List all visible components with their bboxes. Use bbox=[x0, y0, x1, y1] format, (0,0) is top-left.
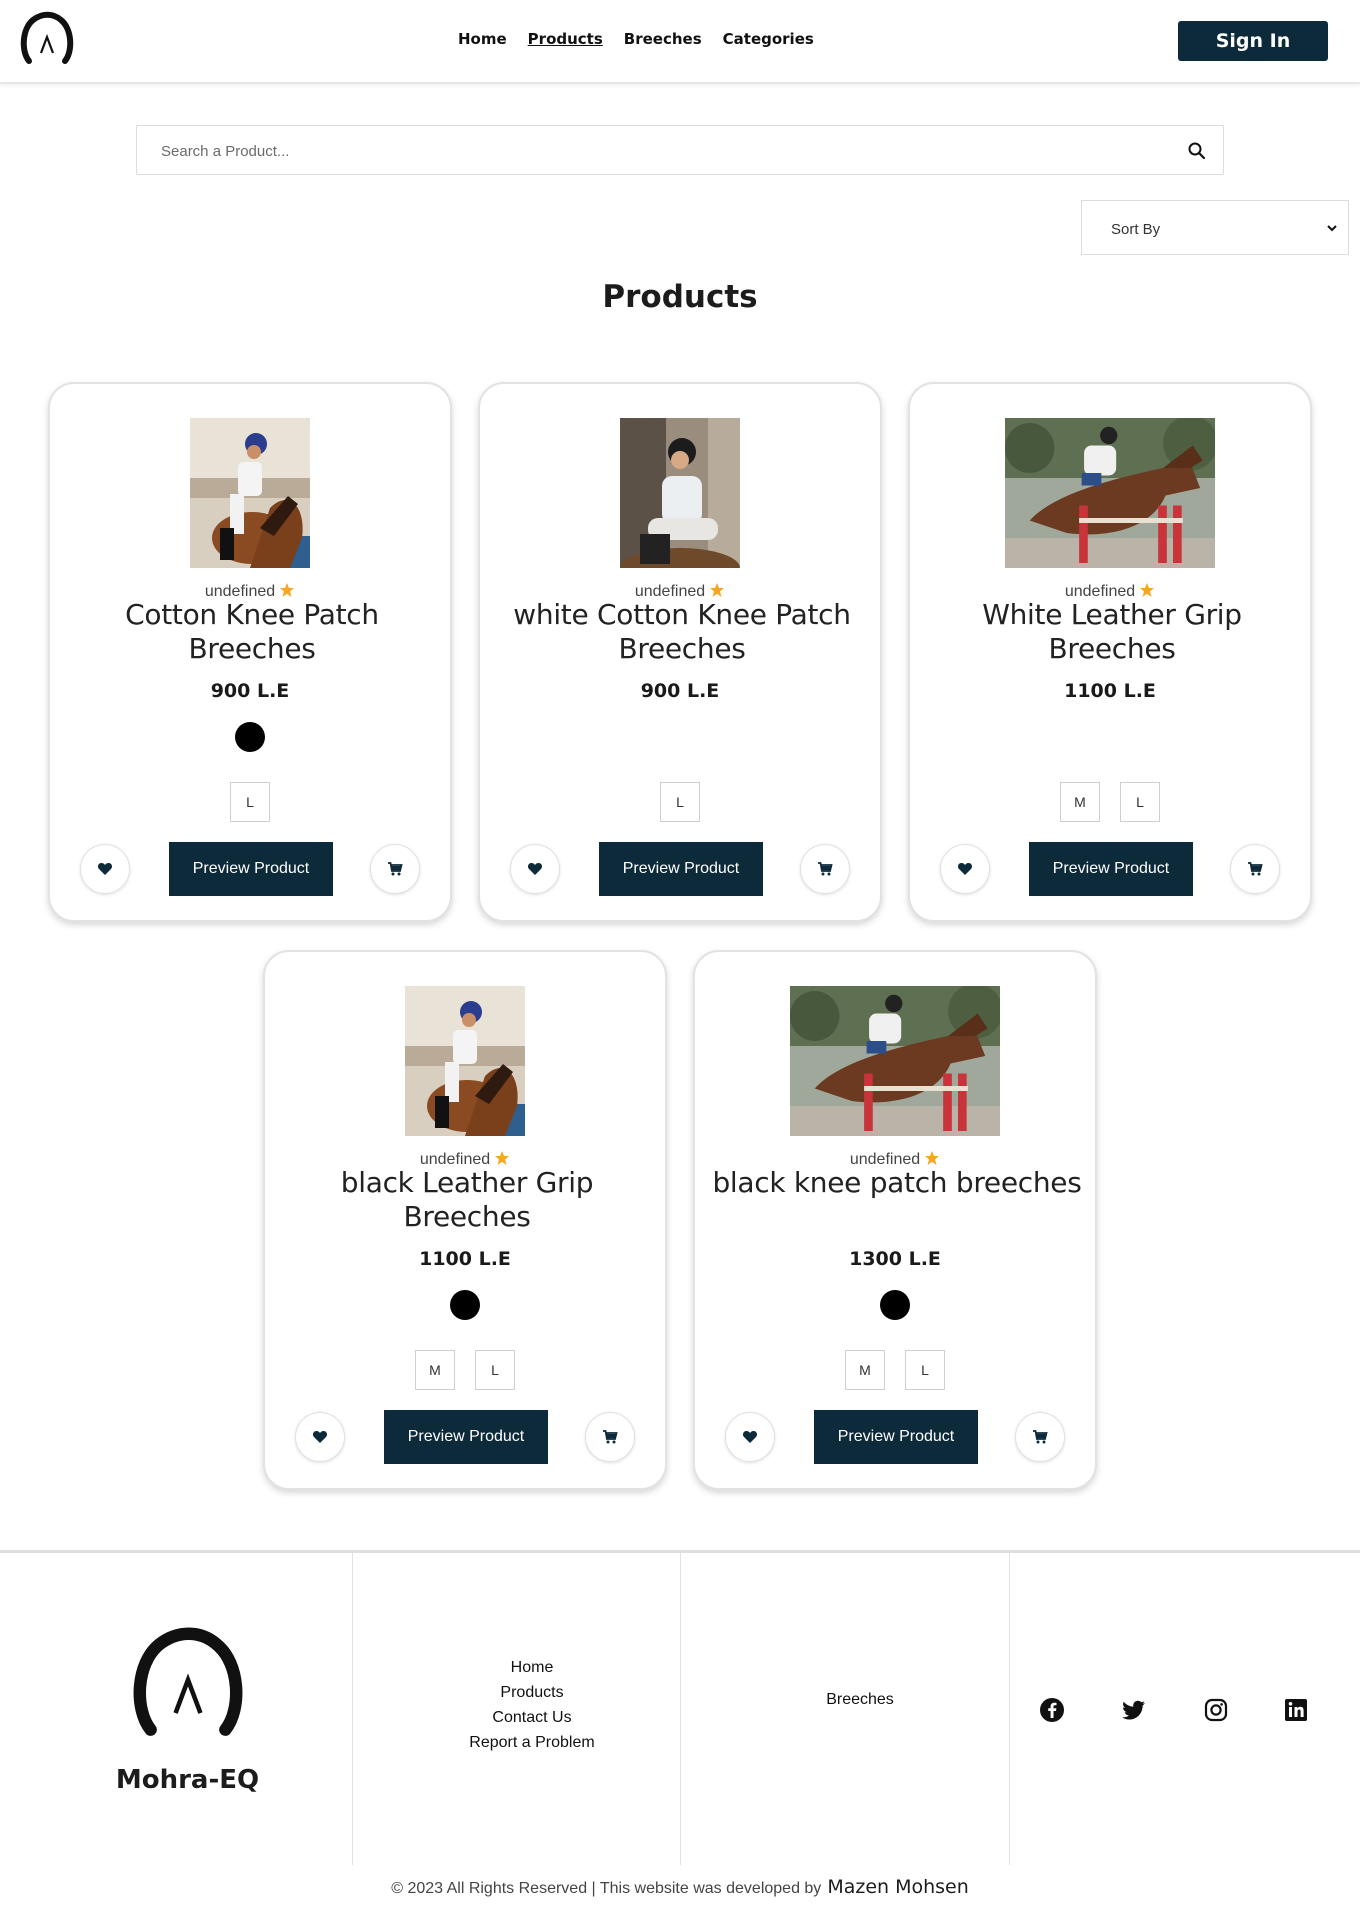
size-option-l[interactable]: L bbox=[475, 1350, 515, 1390]
sign-in-button[interactable]: Sign In bbox=[1178, 21, 1328, 61]
search-bar bbox=[136, 125, 1224, 175]
cart-icon bbox=[1247, 861, 1263, 877]
preview-product-button[interactable]: Preview Product bbox=[814, 1410, 978, 1464]
size-option-m[interactable]: M bbox=[1060, 782, 1100, 822]
product-name: White Leather Grip Breeches bbox=[982, 598, 1242, 665]
nav-categories[interactable]: Categories bbox=[723, 30, 814, 48]
product-image[interactable] bbox=[620, 418, 740, 568]
footer-link-home[interactable]: Home bbox=[352, 1655, 712, 1680]
size-option-l[interactable]: L bbox=[230, 782, 270, 822]
star-icon bbox=[709, 582, 725, 598]
facebook-icon[interactable] bbox=[1039, 1697, 1065, 1723]
product-price: 1300 L.E bbox=[849, 1248, 941, 1270]
footer-link-report[interactable]: Report a Problem bbox=[352, 1730, 712, 1755]
footer-category-breeches[interactable]: Breeches bbox=[680, 1691, 1040, 1709]
product-name: black Leather Grip Breeches bbox=[340, 1166, 594, 1233]
site-footer: Mohra-EQ Home Products Contact Us Report… bbox=[0, 1550, 1360, 1913]
color-swatch-black[interactable] bbox=[880, 1290, 910, 1320]
twitter-icon[interactable] bbox=[1121, 1697, 1147, 1723]
size-options: L bbox=[480, 782, 880, 822]
sort-label: Sort By bbox=[1111, 221, 1161, 238]
linkedin-icon[interactable] bbox=[1283, 1697, 1309, 1723]
product-image[interactable] bbox=[1005, 418, 1215, 568]
size-options: L bbox=[50, 782, 450, 822]
add-to-favorites-button[interactable] bbox=[940, 844, 990, 894]
nav-home[interactable]: Home bbox=[458, 30, 507, 48]
footer-link-contact[interactable]: Contact Us bbox=[352, 1705, 712, 1730]
heart-icon bbox=[312, 1429, 328, 1445]
copyright-text: © 2023 All Rights Reserved | This websit… bbox=[391, 1880, 822, 1897]
size-option-m[interactable]: M bbox=[845, 1350, 885, 1390]
search-icon[interactable] bbox=[1187, 141, 1207, 161]
product-price: 900 L.E bbox=[210, 680, 290, 702]
product-name: Cotton Knee Patch Breeches bbox=[125, 598, 379, 665]
preview-product-button[interactable]: Preview Product bbox=[1029, 842, 1193, 896]
size-option-l[interactable]: L bbox=[1120, 782, 1160, 822]
add-to-cart-button[interactable] bbox=[800, 844, 850, 894]
star-icon bbox=[494, 1150, 510, 1166]
preview-product-button[interactable]: Preview Product bbox=[169, 842, 333, 896]
heart-icon bbox=[527, 861, 543, 877]
copyright-line: © 2023 All Rights Reserved | This websit… bbox=[0, 1876, 1360, 1898]
color-swatch-black[interactable] bbox=[235, 722, 265, 752]
main-nav: Home Products Breeches Categories bbox=[458, 30, 814, 48]
heart-icon bbox=[97, 861, 113, 877]
horseshoe-logo-icon[interactable] bbox=[132, 1621, 244, 1743]
page-title: Products bbox=[602, 279, 758, 315]
footer-links: Home Products Contact Us Report a Proble… bbox=[352, 1655, 712, 1755]
heart-icon bbox=[742, 1429, 758, 1445]
star-icon bbox=[924, 1150, 940, 1166]
star-icon bbox=[279, 582, 295, 598]
cart-icon bbox=[817, 861, 833, 877]
footer-divider bbox=[1009, 1553, 1010, 1865]
add-to-favorites-button[interactable] bbox=[725, 1412, 775, 1462]
product-price: 900 L.E bbox=[640, 680, 720, 702]
product-image[interactable] bbox=[190, 418, 310, 568]
nav-breeches[interactable]: Breeches bbox=[624, 30, 702, 48]
product-card: undefined Cotton Knee Patch Breeches 900… bbox=[48, 382, 452, 922]
product-price: 1100 L.E bbox=[419, 1248, 511, 1270]
product-card: undefined white Cotton Knee Patch Breech… bbox=[478, 382, 882, 922]
product-card: undefined White Leather Grip Breeches 11… bbox=[908, 382, 1312, 922]
footer-link-products[interactable]: Products bbox=[352, 1680, 712, 1705]
sort-select[interactable]: Sort By bbox=[1081, 200, 1349, 255]
add-to-favorites-button[interactable] bbox=[80, 844, 130, 894]
cart-icon bbox=[387, 861, 403, 877]
size-options: M L bbox=[910, 782, 1310, 822]
size-option-l[interactable]: L bbox=[905, 1350, 945, 1390]
product-image[interactable] bbox=[790, 986, 1000, 1136]
add-to-cart-button[interactable] bbox=[370, 844, 420, 894]
product-card: undefined black knee patch breeches 1300… bbox=[693, 950, 1097, 1490]
product-price: 1100 L.E bbox=[1064, 680, 1156, 702]
developer-name[interactable]: Mazen Mohsen bbox=[827, 1876, 968, 1898]
size-option-m[interactable]: M bbox=[415, 1350, 455, 1390]
color-swatch-black[interactable] bbox=[450, 1290, 480, 1320]
heart-icon bbox=[957, 861, 973, 877]
product-name: white Cotton Knee Patch Breeches bbox=[513, 598, 851, 665]
add-to-cart-button[interactable] bbox=[1015, 1412, 1065, 1462]
product-name: black knee patch breeches bbox=[712, 1166, 1082, 1199]
instagram-icon[interactable] bbox=[1203, 1697, 1229, 1723]
add-to-favorites-button[interactable] bbox=[295, 1412, 345, 1462]
star-icon bbox=[1139, 582, 1155, 598]
footer-brand: Mohra-EQ bbox=[115, 1765, 260, 1795]
nav-products[interactable]: Products bbox=[528, 30, 603, 48]
preview-product-button[interactable]: Preview Product bbox=[384, 1410, 548, 1464]
add-to-cart-button[interactable] bbox=[585, 1412, 635, 1462]
size-option-l[interactable]: L bbox=[660, 782, 700, 822]
size-options: M L bbox=[265, 1350, 665, 1390]
add-to-cart-button[interactable] bbox=[1230, 844, 1280, 894]
horseshoe-logo-icon[interactable] bbox=[20, 9, 74, 67]
add-to-favorites-button[interactable] bbox=[510, 844, 560, 894]
cart-icon bbox=[1032, 1429, 1048, 1445]
preview-product-button[interactable]: Preview Product bbox=[599, 842, 763, 896]
chevron-down-icon bbox=[1327, 225, 1337, 232]
product-image[interactable] bbox=[405, 986, 525, 1136]
size-options: M L bbox=[695, 1350, 1095, 1390]
product-card: undefined black Leather Grip Breeches 11… bbox=[263, 950, 667, 1490]
search-input[interactable] bbox=[161, 138, 1121, 164]
site-header: Home Products Breeches Categories Sign I… bbox=[0, 0, 1360, 84]
cart-icon bbox=[602, 1429, 618, 1445]
